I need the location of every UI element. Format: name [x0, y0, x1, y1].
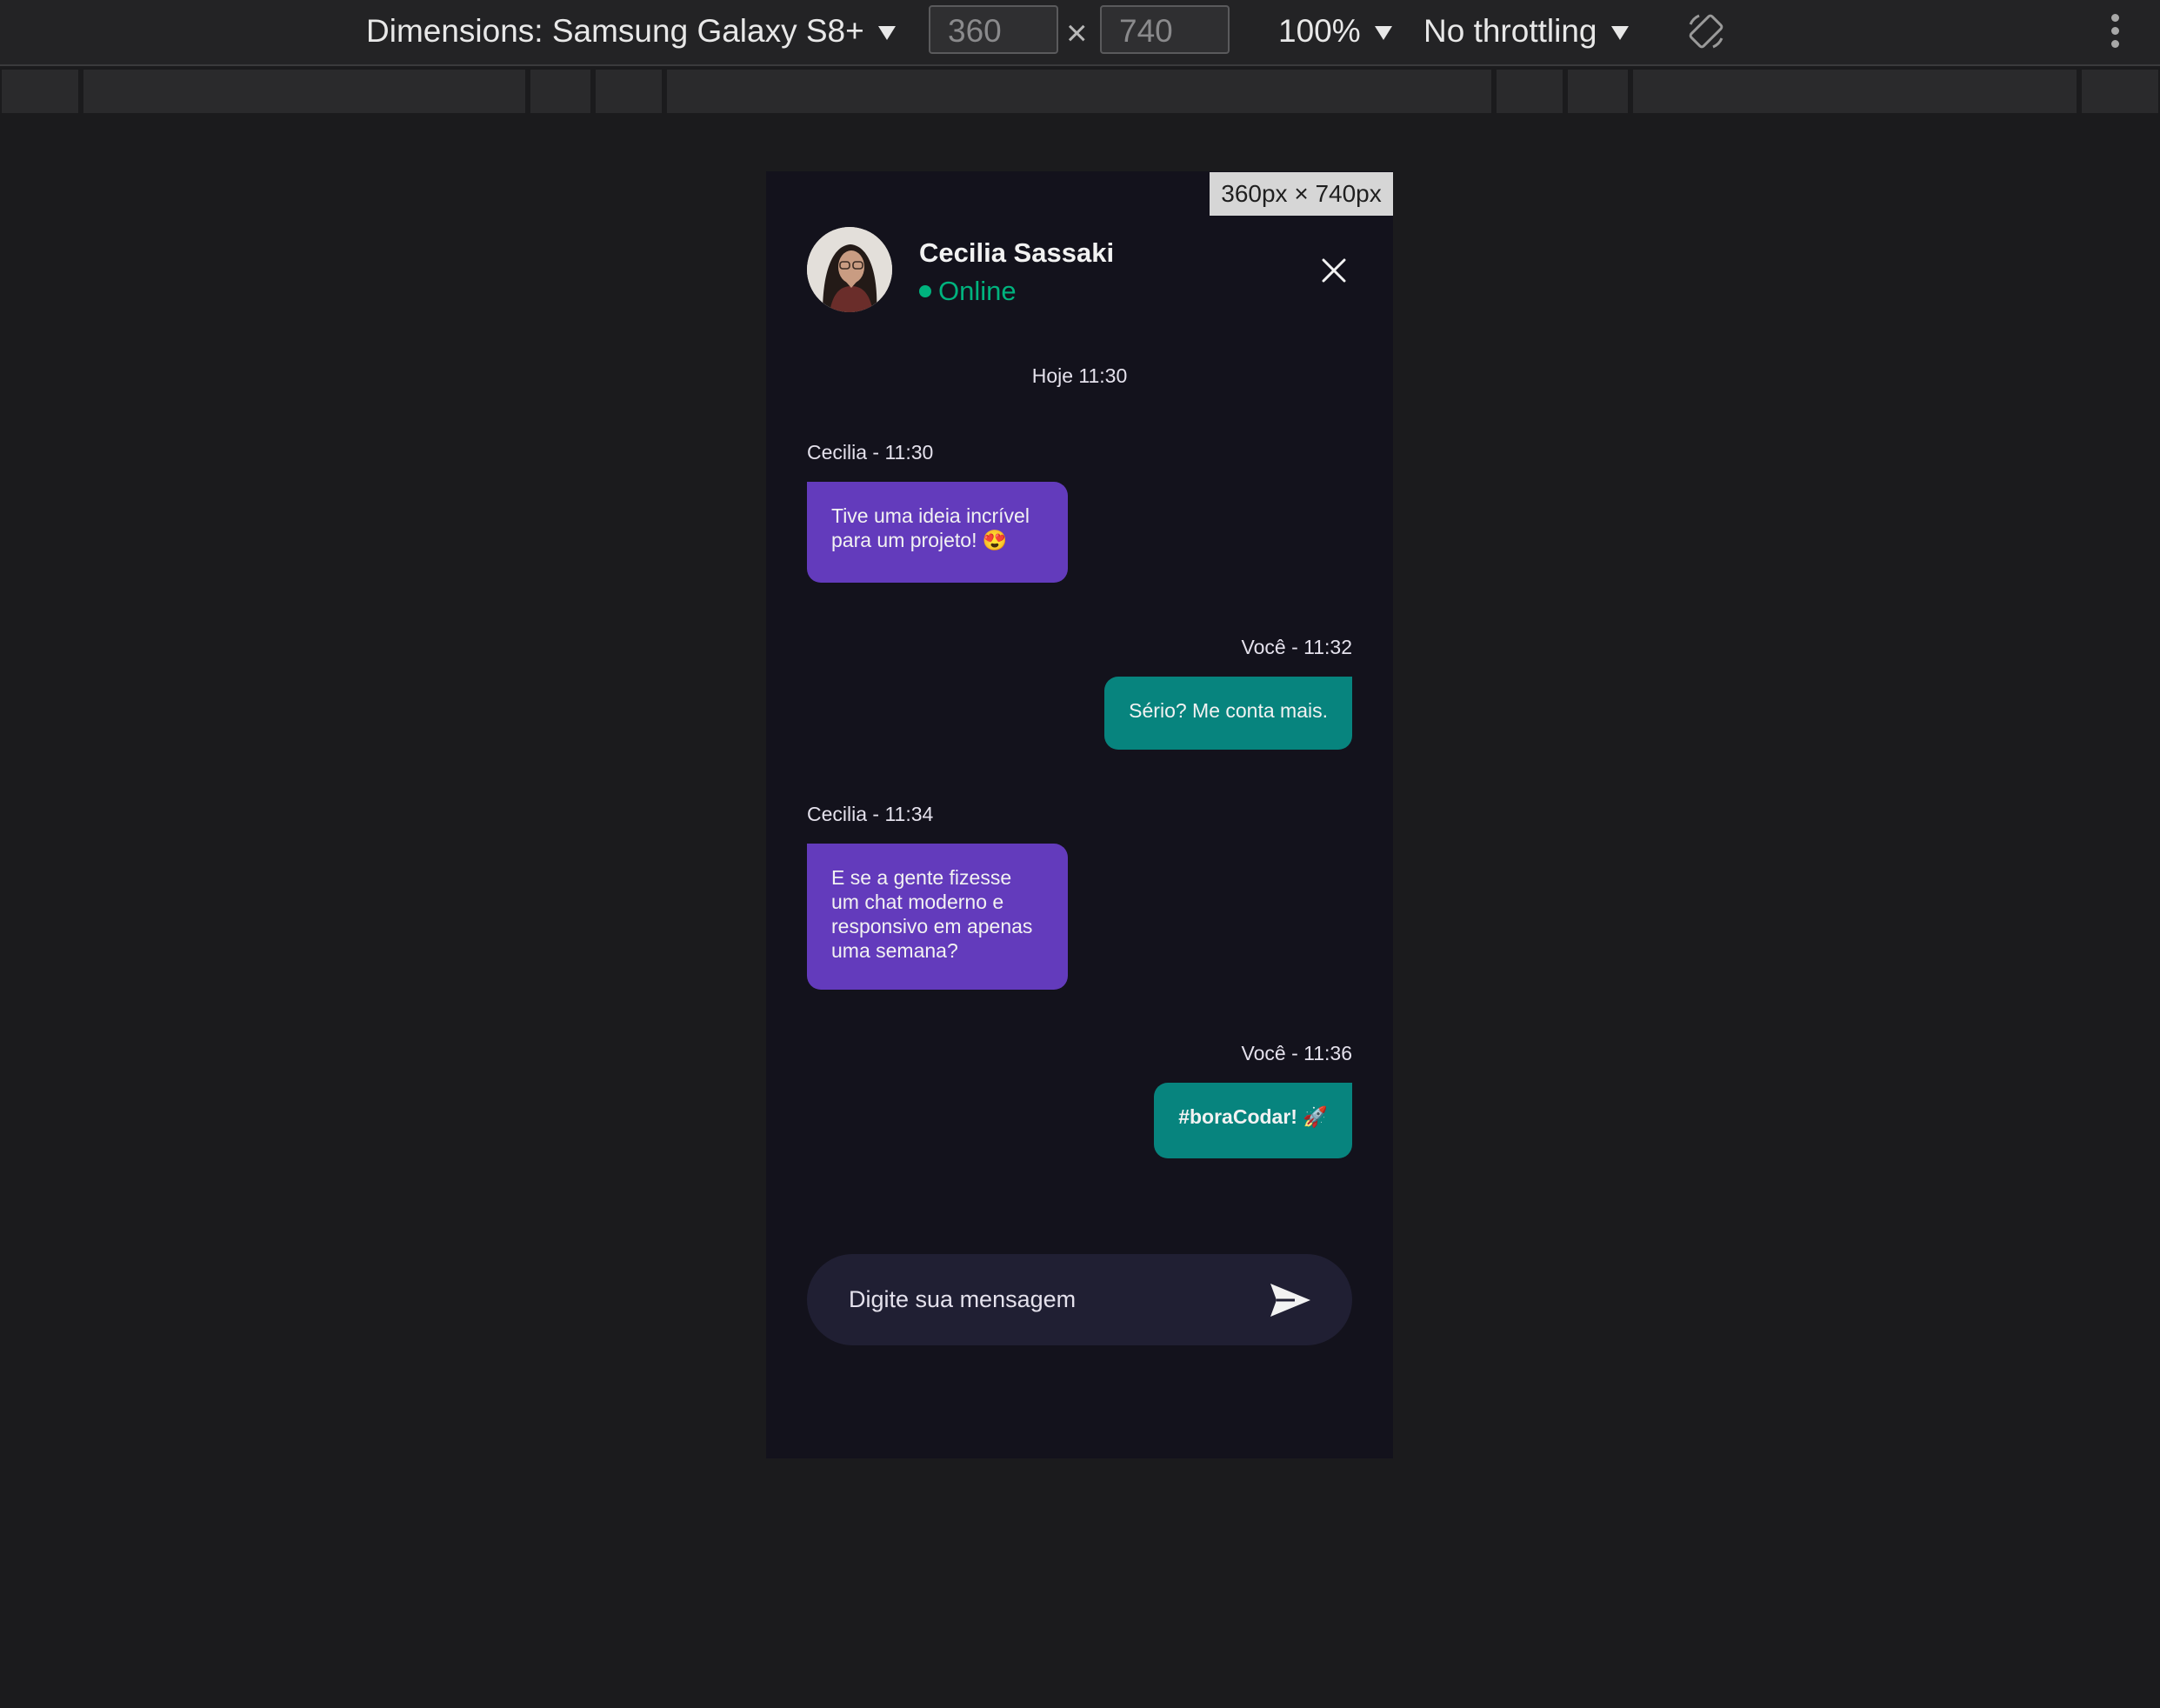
dropdown-arrow-icon	[877, 26, 896, 41]
throttling-dropdown[interactable]: No throttling	[1423, 10, 1629, 52]
width-input[interactable]: 360	[929, 5, 1058, 54]
dropdown-arrow-icon	[1374, 26, 1392, 41]
dimensions-dropdown[interactable]: Dimensions: Samsung Galaxy S8+	[366, 10, 896, 52]
media-query-segment[interactable]	[530, 70, 590, 113]
dimensions-label: Dimensions: Samsung Galaxy S8+	[366, 13, 864, 49]
rotate-icon[interactable]	[1687, 12, 1725, 50]
send-icon[interactable]	[1269, 1282, 1312, 1318]
message-bubble-incoming: Tive uma ideia incrível para um projeto!…	[807, 482, 1068, 583]
media-query-segment[interactable]	[596, 70, 662, 113]
kebab-menu-icon[interactable]	[2108, 14, 2122, 52]
height-input[interactable]: 740	[1100, 5, 1230, 54]
day-timestamp: Hoje 11:30	[1031, 364, 1128, 387]
message-composer	[807, 1254, 1352, 1345]
avatar-photo	[807, 227, 892, 312]
media-query-bar	[0, 70, 2160, 113]
message-meta: Você - 11:36	[1241, 1042, 1352, 1064]
dropdown-arrow-icon	[1610, 26, 1629, 41]
media-query-segment[interactable]	[2082, 70, 2158, 113]
online-dot-icon	[919, 284, 931, 297]
throttling-label: No throttling	[1423, 13, 1597, 49]
close-icon[interactable]	[1321, 257, 1347, 284]
zoom-dropdown[interactable]: 100%	[1278, 10, 1392, 52]
message-bubble-outgoing: Sério? Me conta mais.	[1104, 677, 1352, 750]
media-query-segment[interactable]	[1568, 70, 1628, 113]
message-meta: Cecilia - 11:34	[807, 803, 934, 825]
online-status: Online	[919, 274, 1017, 309]
media-query-segment[interactable]	[1633, 70, 2077, 113]
contact-name: Cecilia Sassaki	[919, 237, 1115, 268]
media-query-segment[interactable]	[83, 70, 525, 113]
message-bubble-outgoing: #boraCodar! 🚀	[1154, 1083, 1352, 1158]
viewport-size-badge: 360px × 740px	[1210, 172, 1393, 216]
device-viewport: Cecilia Sassaki Online Hoje 11:30 Cecili…	[766, 171, 1393, 1458]
media-query-segment[interactable]	[667, 70, 1491, 113]
media-query-segment[interactable]	[2, 70, 78, 113]
zoom-label: 100%	[1278, 13, 1361, 49]
times-icon: ×	[1066, 12, 1088, 53]
status-text: Online	[938, 276, 1017, 306]
avatar	[807, 227, 892, 312]
message-bubble-incoming: E se a gente fizesse um chat moderno e r…	[807, 844, 1068, 990]
message-input[interactable]	[849, 1282, 1240, 1317]
device-toolbar: Dimensions: Samsung Galaxy S8+ 360 × 740…	[0, 0, 2160, 66]
message-meta: Cecilia - 11:30	[807, 441, 934, 464]
message-meta: Você - 11:32	[1241, 636, 1352, 658]
media-query-segment[interactable]	[1497, 70, 1563, 113]
